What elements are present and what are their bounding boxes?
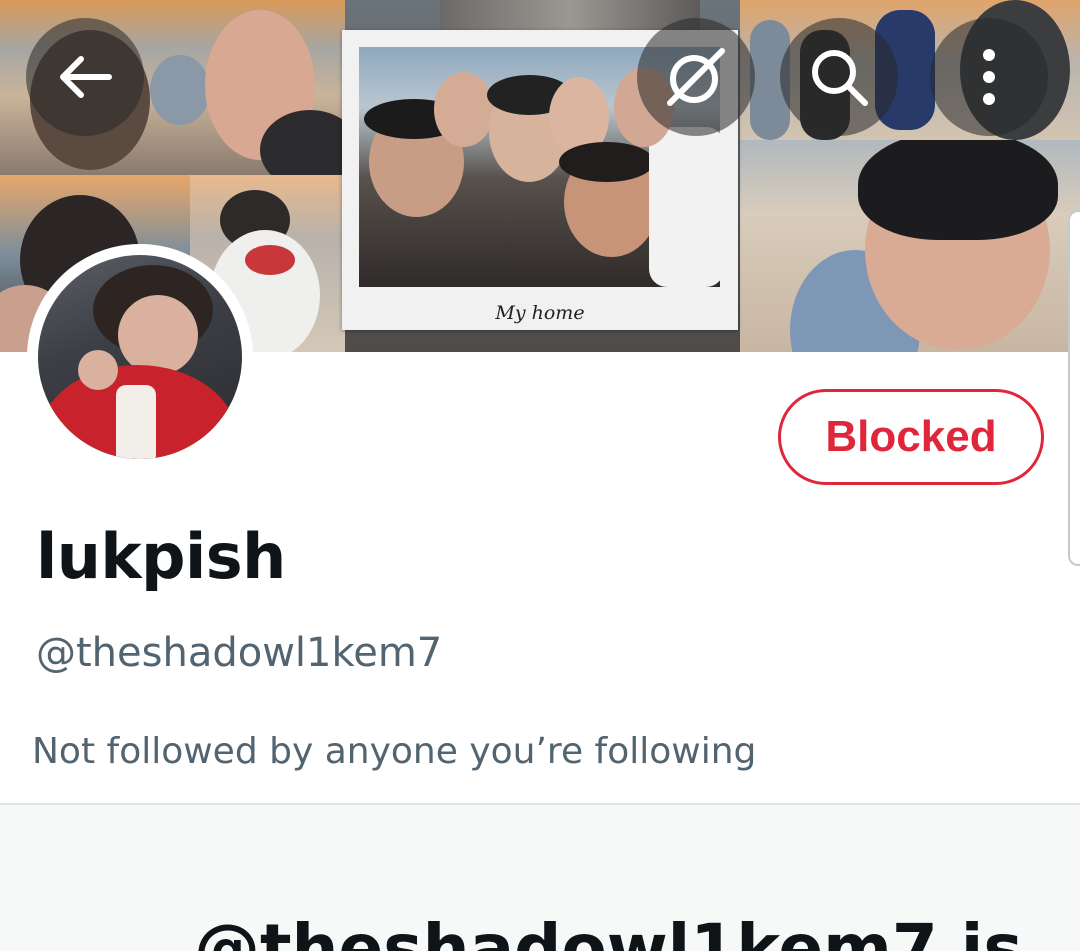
banner-photo-tile bbox=[440, 0, 700, 30]
back-button[interactable] bbox=[26, 18, 144, 136]
blocked-notice-heading: @theshadowl1kem7 is bbox=[194, 910, 1023, 951]
avatar[interactable] bbox=[27, 244, 253, 470]
followers-you-know[interactable]: Not followed by anyone you’re following bbox=[32, 731, 756, 772]
blocked-button[interactable]: Blocked bbox=[778, 389, 1044, 485]
user-handle: @theshadowl1kem7 bbox=[36, 630, 443, 676]
banner-photo-tile bbox=[740, 140, 1080, 352]
arrow-left-icon bbox=[60, 56, 112, 98]
profile-screen: My home Blocked lukpish @theshadowl1kem7… bbox=[0, 0, 1080, 951]
display-name: lukpish bbox=[36, 520, 286, 593]
more-vertical-icon bbox=[983, 49, 995, 105]
grok-button[interactable] bbox=[637, 18, 755, 136]
search-icon bbox=[812, 50, 868, 106]
more-options-button[interactable] bbox=[930, 18, 1048, 136]
polaroid-caption: My home bbox=[495, 302, 585, 324]
avatar-photo bbox=[38, 255, 242, 459]
blocked-notice-panel: @theshadowl1kem7 is bbox=[0, 805, 1080, 951]
grok-icon bbox=[667, 48, 725, 106]
search-button[interactable] bbox=[780, 18, 898, 136]
scrollbar-handle[interactable] bbox=[1068, 210, 1080, 566]
